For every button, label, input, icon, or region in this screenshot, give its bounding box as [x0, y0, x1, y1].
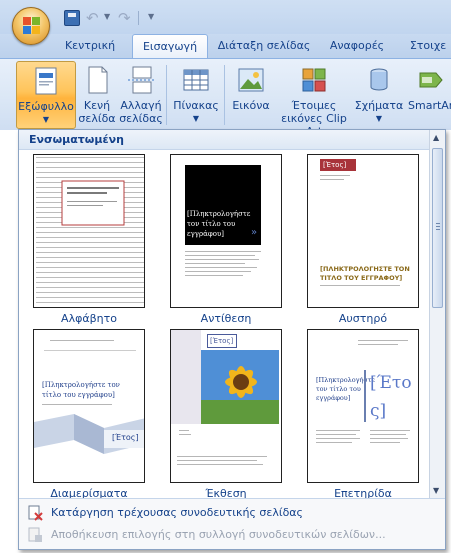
shapes-label: Σχήματα	[354, 99, 404, 112]
tab-references[interactable]: Αναφορές	[324, 34, 390, 58]
year-box: [Έτος]	[207, 334, 237, 348]
year-label: [Έτος]	[112, 433, 139, 442]
office-button[interactable]	[12, 7, 50, 45]
year-badge: [Έτος]	[320, 159, 356, 171]
cover-dropdown-icon: ▼	[42, 115, 50, 124]
cover-page-button[interactable]: Εξώφυλλο ▼	[16, 61, 76, 129]
save-icon[interactable]	[64, 10, 80, 26]
scroll-thumb[interactable]	[432, 148, 443, 308]
smartart-label: SmartArt	[408, 99, 451, 112]
smartart-icon	[419, 72, 443, 88]
blank-page-button[interactable]: Κενή σελίδα	[78, 61, 116, 129]
clipart-label-1: Έτοιμες	[291, 99, 337, 112]
picture-label: Εικόνα	[232, 99, 270, 112]
page-break-label-2: σελίδας	[119, 112, 163, 125]
shapes-dropdown-icon: ▼	[375, 114, 383, 123]
scroll-up-icon[interactable]: ▲	[433, 133, 439, 142]
blank-page-label-1: Κενή	[83, 99, 111, 112]
save-selection-menu-item: Αποθήκευση επιλογής στη συλλογή συνοδευτ…	[23, 524, 443, 546]
divider-line	[364, 370, 366, 422]
tab-page-layout[interactable]: Διάταξη σελίδας	[214, 34, 314, 58]
gallery-footer: Κατάργηση τρέχουσας συνοδευτικής σελίδας…	[19, 498, 445, 549]
remove-page-icon	[28, 505, 43, 521]
undo-dropdown-icon[interactable]: ▼	[104, 12, 110, 21]
cover-thumbnail: [Έτος] [ΠΛΗΚΤΡΟΛΟΓΗΣΤΕ ΤΟΝ ΤΙΤΛΟ ΤΟΥ ΕΓΓ…	[307, 154, 419, 308]
clipart-icon	[302, 68, 326, 92]
cover-thumbnail: [Πληκτρολογήστε τον τίτλο του εγγράφου] …	[33, 329, 145, 483]
antithesi-title: [Πληκτρολογήστε τον τίτλο του εγγράφου]	[187, 210, 251, 238]
gallery-scrollbar[interactable]: ▲ ▼	[429, 130, 445, 498]
remove-cover-label: Κατάργηση τρέχουσας συνοδευτικής σελίδας	[51, 506, 304, 519]
gallery-section-header: Ενσωματωμένη	[19, 130, 430, 150]
epetirida-year: [Έτο ς]	[370, 372, 412, 422]
office-logo-icon	[23, 17, 41, 35]
ribbon-tab-bar: Κεντρική Εισαγωγή Διάταξη σελίδας Αναφορ…	[0, 34, 451, 58]
cover-thumbnail	[33, 154, 145, 308]
table-dropdown-icon: ▼	[192, 114, 200, 123]
undo-icon[interactable]: ↶	[86, 10, 102, 26]
picture-icon	[238, 68, 264, 92]
cover-thumbnail: [Πληκτρολογήστε τον τίτλο του εγγράφου] …	[307, 329, 419, 483]
gallery-item-caption: Αλφάβητο	[61, 312, 117, 325]
picture-button[interactable]: Εικόνα	[230, 61, 272, 129]
shapes-button[interactable]: Σχήματα ▼	[354, 61, 404, 129]
cover-page-label: Εξώφυλλο	[18, 100, 74, 113]
ekthesi-side-band	[171, 330, 201, 424]
tab-home[interactable]: Κεντρική	[56, 34, 124, 58]
epetirida-year-line-2: ς]	[370, 401, 387, 421]
remove-cover-page-menu-item[interactable]: Κατάργηση τρέχουσας συνοδευτικής σελίδας	[23, 502, 443, 524]
page-break-icon	[128, 66, 154, 94]
afstiro-title: [ΠΛΗΚΤΡΟΛΟΓΗΣΤΕ ΤΟΝ ΤΙΤΛΟ ΤΟΥ ΕΓΓΡΑΦΟΥ]	[320, 265, 410, 282]
cover-page-icon	[35, 67, 57, 95]
toolbar-divider	[138, 11, 139, 25]
tab-mailings[interactable]: Στοιχε	[398, 34, 451, 58]
clipart-button[interactable]: Έτοιμες εικόνες Clip Art	[274, 61, 354, 138]
smartart-button[interactable]: SmartArt	[406, 61, 451, 129]
gallery-item-caption: Αυστηρό	[338, 312, 388, 325]
cover-thumbnail: [Πληκτρολογήστε τον τίτλο του εγγράφου] …	[170, 154, 282, 308]
customize-toolbar-icon[interactable]: ▼	[148, 12, 154, 21]
epetirida-title: [Πληκτρολογήστε τον τίτλο του εγγράφου]	[316, 376, 375, 402]
scroll-down-icon[interactable]: ▼	[433, 486, 439, 495]
ribbon: Εξώφυλλο ▼ Κενή σελίδα Αλλαγή σελίδας Πί…	[0, 58, 451, 138]
gallery-item-caption: Αντίθεση	[200, 312, 252, 325]
group-divider	[224, 65, 225, 125]
chevron-icon: »	[251, 227, 258, 238]
cover-thumbnail: [Έτος]	[170, 329, 282, 483]
sunflower-image	[201, 350, 279, 424]
group-divider	[166, 65, 167, 125]
redo-icon[interactable]: ↷	[118, 10, 134, 26]
table-button[interactable]: Πίνακας ▼	[172, 61, 220, 129]
diamerismata-title: [Πληκτρολογήστε τον τίτλο του εγγράφου]	[42, 381, 120, 399]
save-selection-label: Αποθήκευση επιλογής στη συλλογή συνοδευτ…	[51, 528, 386, 541]
blank-page-label-2: σελίδα	[78, 112, 116, 125]
page-break-label-1: Αλλαγή	[120, 99, 162, 112]
epetirida-year-line-1: [Έτο	[370, 373, 412, 393]
alphavito-pattern	[34, 155, 144, 307]
table-label: Πίνακας	[173, 99, 219, 112]
shapes-icon	[370, 68, 388, 91]
tab-insert[interactable]: Εισαγωγή	[132, 34, 208, 58]
table-icon	[183, 69, 209, 91]
save-to-gallery-icon	[28, 527, 42, 542]
blank-page-icon	[88, 66, 108, 94]
cover-page-gallery: Ενσωματωμένη ▲ ▼ Αλφάβητο [Πληκτρολογήστ…	[18, 129, 446, 550]
page-break-button[interactable]: Αλλαγή σελίδας	[118, 61, 164, 129]
